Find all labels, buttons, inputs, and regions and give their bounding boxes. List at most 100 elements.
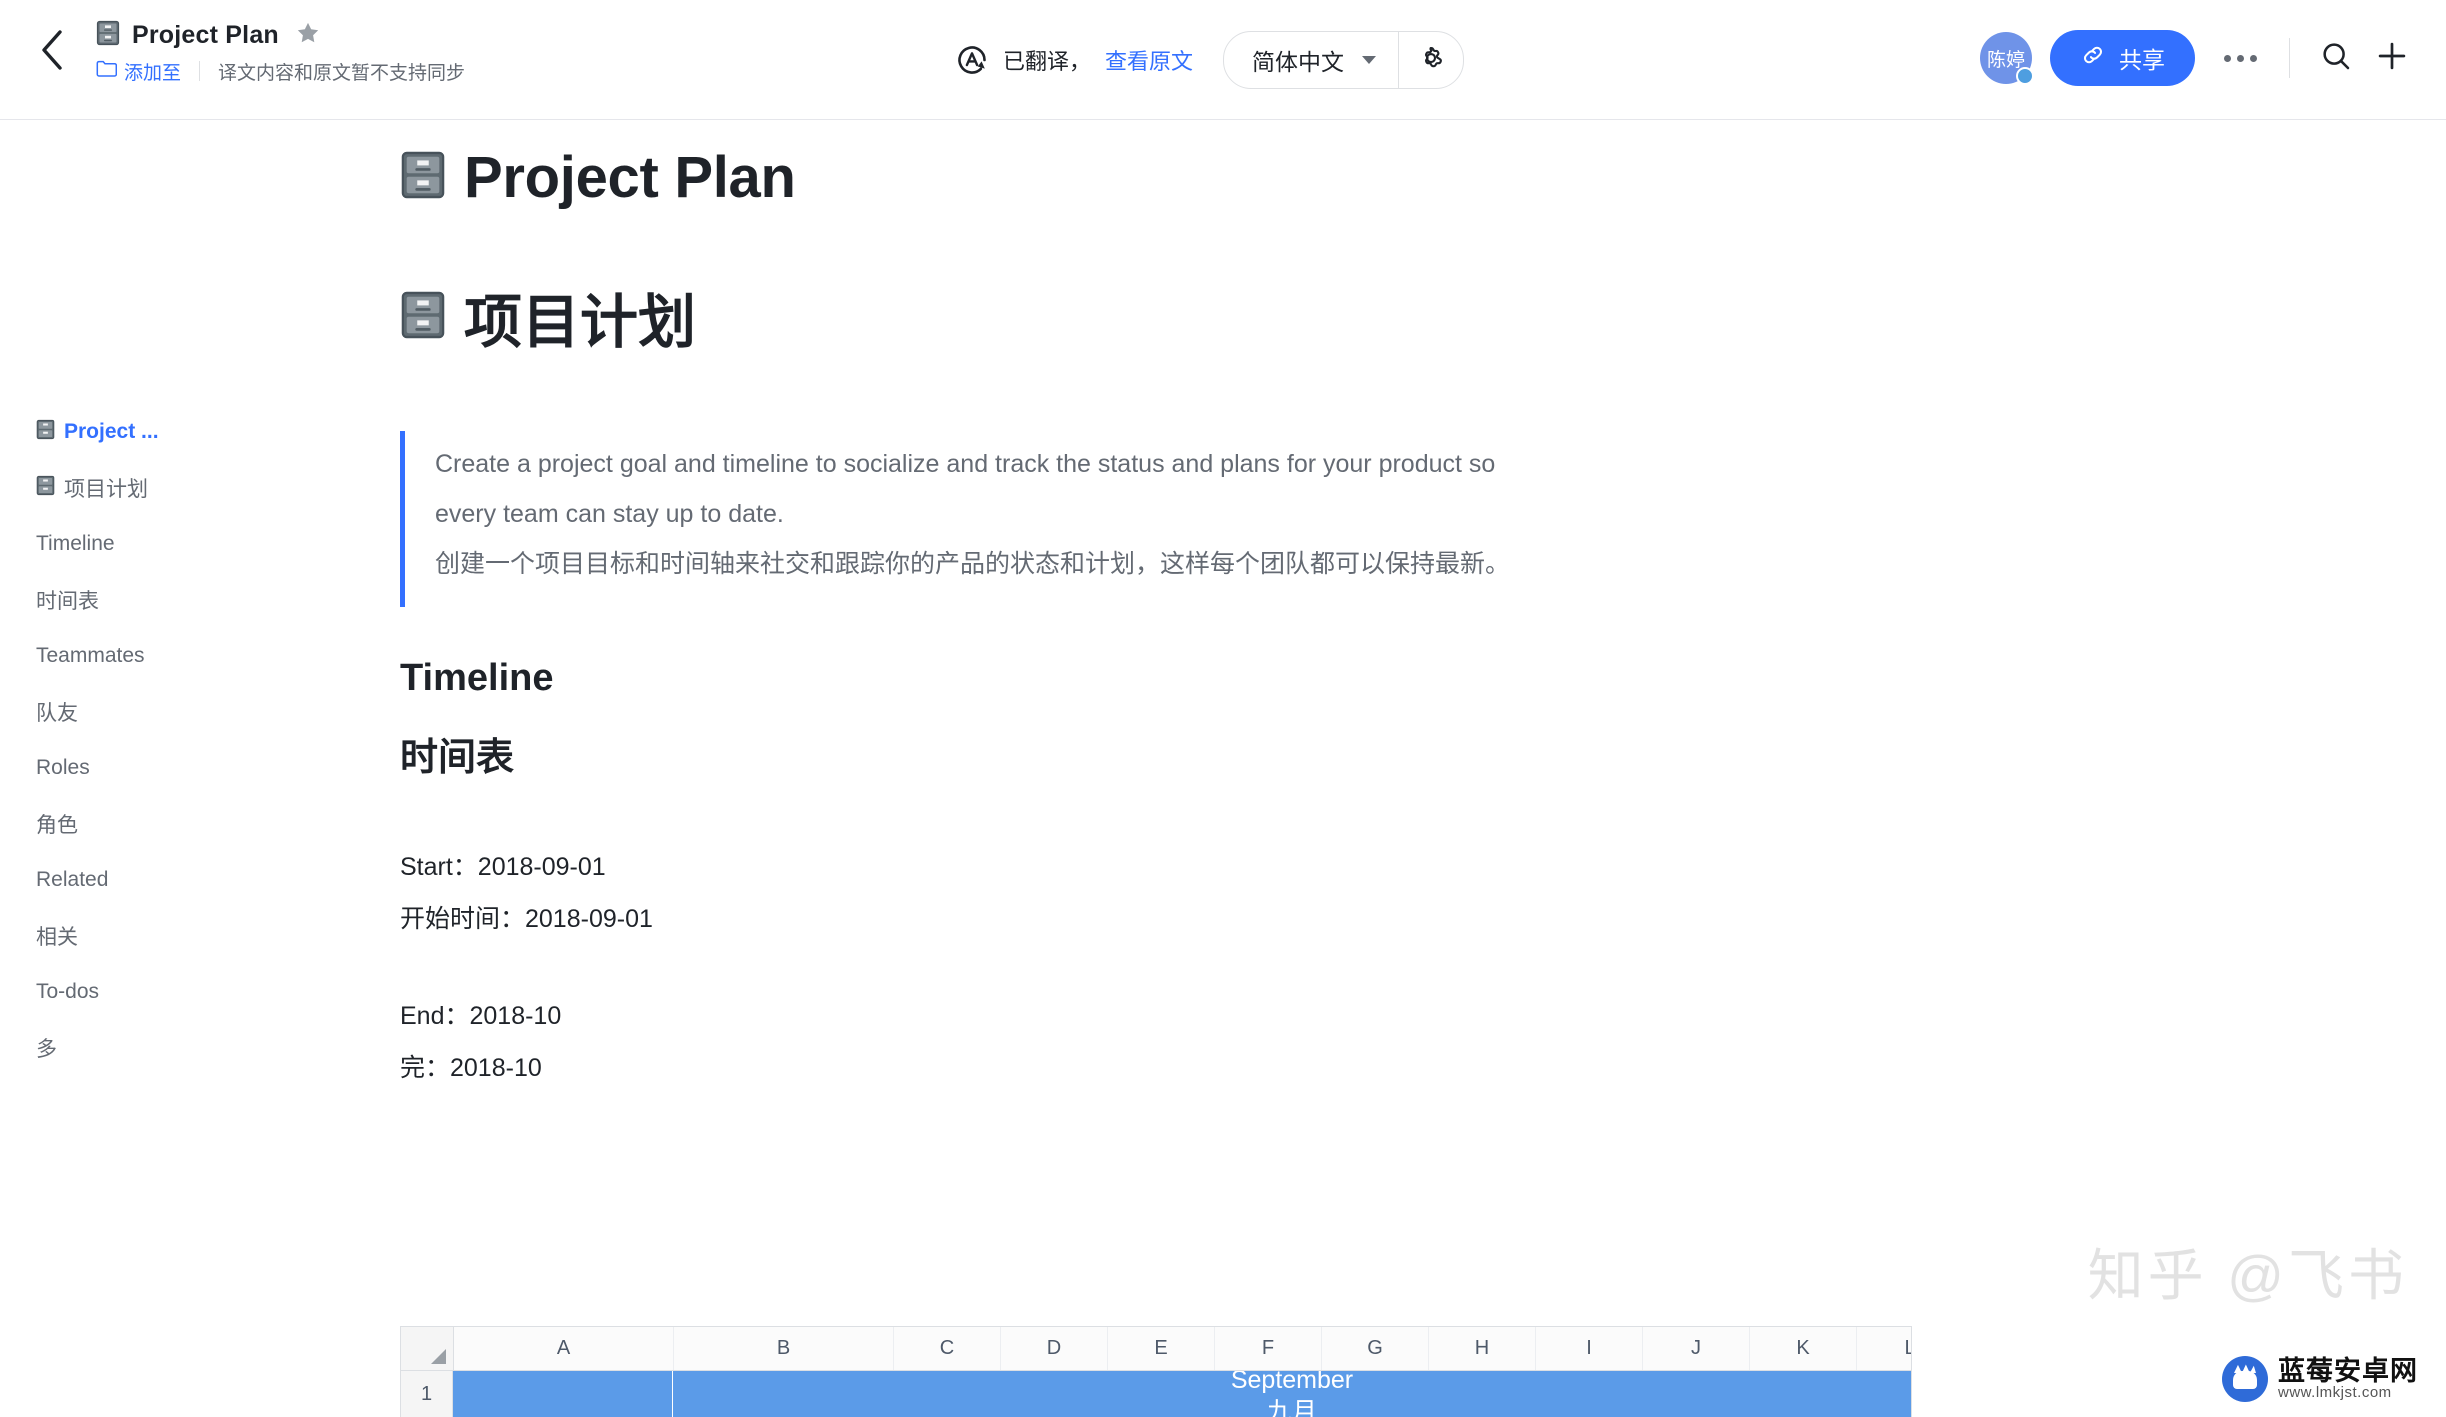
- heading-timeline-zh: 时间表: [400, 737, 515, 779]
- column-header-k[interactable]: K: [1750, 1327, 1857, 1370]
- sync-note: 译文内容和原文暂不支持同步: [218, 62, 466, 84]
- more-horizontal-icon: [2249, 54, 2257, 62]
- star-icon[interactable]: [295, 20, 321, 51]
- cell-a1[interactable]: [453, 1371, 673, 1417]
- document-subtitle-row: 添加至 译文内容和原文暂不支持同步: [96, 58, 465, 84]
- zhihu-watermark: 知乎 @飞书: [2087, 1244, 2408, 1307]
- column-header-j[interactable]: J: [1643, 1327, 1750, 1370]
- link-icon: [2080, 42, 2106, 74]
- view-original-link[interactable]: 查看原文: [1105, 44, 1193, 76]
- outline-item-label: 相关: [36, 926, 78, 949]
- translate-auto-icon: [955, 43, 989, 77]
- folder-icon: [96, 59, 118, 83]
- add-to-button[interactable]: 添加至: [96, 58, 181, 85]
- share-button[interactable]: 共享: [2050, 30, 2195, 86]
- column-header-b[interactable]: B: [674, 1327, 894, 1370]
- language-settings-pill: 简体中文: [1223, 31, 1465, 89]
- header-right-controls: 陈婷 共享: [1980, 18, 2420, 98]
- column-header-e[interactable]: E: [1108, 1327, 1215, 1370]
- select-all-triangle-icon: [431, 1349, 446, 1364]
- column-header-f[interactable]: F: [1215, 1327, 1322, 1370]
- column-header-i[interactable]: I: [1536, 1327, 1643, 1370]
- outline-item-label: 项目计划: [64, 478, 148, 501]
- select-all-cell[interactable]: [401, 1327, 454, 1370]
- page-title-en: Project Plan: [464, 145, 796, 210]
- outline-item-teammates-zh[interactable]: 队友: [0, 684, 250, 740]
- file-cabinet-icon: [36, 475, 55, 502]
- outline-item-label: 多: [36, 1038, 57, 1061]
- column-header-g[interactable]: G: [1322, 1327, 1429, 1370]
- outline-item-label: Timeline: [36, 532, 115, 555]
- outline-item-timeline-zh[interactable]: 时间表: [0, 572, 250, 628]
- page-title-zh: 项目计划: [464, 290, 697, 355]
- outline-item-todos-zh[interactable]: 多: [0, 1020, 250, 1076]
- callout-quote: Create a project goal and timeline to so…: [400, 431, 1960, 607]
- file-cabinet-icon: [96, 20, 120, 50]
- translate-controls: 已翻译， 查看原文 简体中文: [955, 26, 1465, 94]
- timeline-end-zh: 完：2018-10: [400, 1054, 542, 1082]
- cell-value-zh: 九月: [1266, 1398, 1317, 1417]
- more-options-button[interactable]: [2209, 30, 2271, 86]
- language-selected-value: 简体中文: [1252, 49, 1345, 75]
- cell-merged-september[interactable]: September 九月: [673, 1371, 1911, 1417]
- quote-line-en-1: Create a project goal and timeline to so…: [435, 450, 1496, 478]
- outline-item-label: Roles: [36, 756, 90, 779]
- app-header: Project Plan 添加至 译文内容和原文暂不支持同步 已翻译， 查看原文…: [0, 0, 2446, 120]
- header-divider: [2289, 38, 2290, 78]
- outline-item-label: To-dos: [36, 980, 100, 1003]
- outline-item-project-plan-zh[interactable]: 项目计划: [0, 460, 250, 516]
- document-title-row: Project Plan: [96, 16, 465, 54]
- more-horizontal-icon: [2223, 54, 2231, 62]
- column-header-l[interactable]: L: [1857, 1327, 1911, 1370]
- document-title-zh-block: 项目计划: [400, 275, 1960, 359]
- site-name: 蓝莓安卓网: [2278, 1355, 2418, 1386]
- column-header-c[interactable]: C: [894, 1327, 1001, 1370]
- embedded-spreadsheet[interactable]: A B C D E F G H I J K L 1 September 九月: [400, 1326, 1912, 1417]
- back-button[interactable]: [30, 28, 74, 72]
- search-button[interactable]: [2308, 30, 2364, 86]
- site-watermark-text: 蓝莓安卓网 www.lmkjst.com: [2278, 1357, 2418, 1401]
- timeline-start-zh: 开始时间：2018-09-01: [400, 905, 653, 933]
- spreadsheet-column-headers: A B C D E F G H I J K L: [401, 1327, 1911, 1371]
- cell-value-en: September: [1230, 1371, 1354, 1394]
- outline-item-todos-en[interactable]: To-dos: [0, 964, 250, 1020]
- search-icon: [2320, 40, 2352, 77]
- timeline-start-en: Start：2018-09-01: [400, 853, 606, 881]
- site-watermark-badge: 蓝莓安卓网 www.lmkjst.com: [2212, 1350, 2428, 1408]
- translated-status-label: 已翻译，: [1003, 49, 1092, 74]
- outline-item-label: Project ...: [64, 420, 159, 443]
- document-title-en-block: Project Plan: [400, 144, 1960, 211]
- header-document-title: Project Plan: [132, 20, 279, 49]
- table-row: 1 September 九月: [401, 1371, 1911, 1417]
- translate-settings-button[interactable]: [1399, 32, 1463, 88]
- outline-item-roles-zh[interactable]: 角色: [0, 796, 250, 852]
- more-horizontal-icon: [2236, 54, 2244, 62]
- outline-item-related-en[interactable]: Related: [0, 852, 250, 908]
- quote-line-zh: 创建一个项目目标和时间轴来社交和跟踪你的产品的状态和计划，这样每个团队都可以保持…: [435, 550, 1511, 578]
- column-header-h[interactable]: H: [1429, 1327, 1536, 1370]
- outline-item-label: 队友: [36, 702, 78, 725]
- outline-item-related-zh[interactable]: 相关: [0, 908, 250, 964]
- outline-item-teammates-en[interactable]: Teammates: [0, 628, 250, 684]
- outline-item-project-plan-en[interactable]: Project ...: [0, 404, 250, 460]
- file-cabinet-icon: [400, 290, 446, 345]
- outline-item-label: Teammates: [36, 644, 145, 667]
- add-to-label: 添加至: [124, 62, 182, 84]
- share-label: 共享: [2119, 47, 2165, 73]
- plus-icon: [2375, 39, 2409, 78]
- document-outline: Project ... 项目计划 Timeline 时间表 Teammates …: [0, 404, 250, 1076]
- site-url: www.lmkjst.com: [2278, 1384, 2392, 1402]
- column-header-d[interactable]: D: [1001, 1327, 1108, 1370]
- outline-item-roles-en[interactable]: Roles: [0, 740, 250, 796]
- column-header-a[interactable]: A: [454, 1327, 674, 1370]
- outline-item-timeline-en[interactable]: Timeline: [0, 516, 250, 572]
- outline-item-label: 时间表: [36, 590, 99, 613]
- language-select[interactable]: 简体中文: [1224, 32, 1398, 88]
- chevron-left-icon: [39, 29, 65, 71]
- avatar[interactable]: 陈婷: [1980, 32, 2034, 85]
- quote-line-en-2: every team can stay up to date.: [435, 500, 784, 528]
- row-header-1[interactable]: 1: [401, 1371, 453, 1417]
- document-body: Project Plan 项目计划 Create a project goal …: [400, 120, 1960, 1094]
- online-badge-icon: [2016, 67, 2034, 85]
- add-button[interactable]: [2364, 30, 2420, 86]
